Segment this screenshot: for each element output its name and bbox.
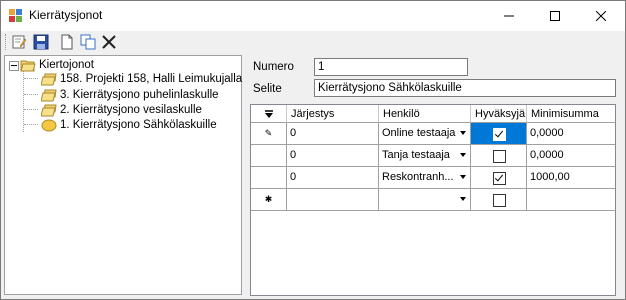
dropdown-arrow-icon[interactable] <box>460 153 466 157</box>
tree-item-label: 1. Kierrätysjono Sähkölaskuille <box>60 119 217 131</box>
cell-minimisumma[interactable]: 0,0000 <box>527 123 615 145</box>
tree-connector <box>24 94 38 95</box>
dropdown-arrow-icon[interactable] <box>460 197 466 201</box>
title-bar: Kierrätysjonot <box>1 1 625 31</box>
cell-minimisumma[interactable] <box>527 189 615 211</box>
toolbar <box>1 31 625 53</box>
numero-label: Numero <box>253 61 294 73</box>
hyvaksyja-checkbox[interactable] <box>492 172 506 185</box>
column-header-henkilo[interactable]: Henkilö <box>379 105 471 123</box>
close-icon <box>596 11 606 21</box>
close-button[interactable] <box>578 1 624 31</box>
folder-stack-icon <box>41 73 57 85</box>
tree-connector <box>24 78 38 79</box>
edit-icon[interactable] <box>11 34 27 50</box>
cell-henkilo-value: Reskontranh... <box>382 171 454 183</box>
folder-open-icon <box>20 60 36 71</box>
dropdown-arrow-icon[interactable] <box>460 175 466 179</box>
edit-row-icon: ✎ <box>264 128 273 138</box>
cell-henkilo[interactable]: Tanja testaaja <box>379 145 471 167</box>
cell-jarjestys[interactable]: 0 <box>287 167 379 189</box>
folder-stack-icon <box>41 104 57 116</box>
tree-connector <box>24 124 38 125</box>
selite-label: Selite <box>253 83 282 95</box>
cell-hyvaksyja[interactable] <box>471 145 527 167</box>
approvers-grid[interactable]: Järjestys Henkilö Hyväksyjä Minimisumma … <box>250 104 616 296</box>
folder-stack-icon <box>41 89 57 101</box>
cell-minimisumma[interactable]: 0,0000 <box>527 145 615 167</box>
window-title: Kierrätysjonot <box>29 8 103 22</box>
row-header[interactable] <box>251 167 287 189</box>
grid-corner[interactable] <box>251 105 287 123</box>
tree-view[interactable]: Kiertojonot 158. Projekti 158, Halli Lei… <box>4 55 242 295</box>
sort-filter-icon <box>264 109 273 118</box>
minimize-icon <box>504 15 514 17</box>
tree-item-label: 2. Kierrätysjono vesilaskulle <box>60 104 202 116</box>
dropdown-arrow-icon[interactable] <box>460 131 466 135</box>
selite-field[interactable]: Kierrätysjono Sähkölaskuille <box>314 79 616 97</box>
delete-icon[interactable] <box>101 34 117 50</box>
cell-hyvaksyja[interactable] <box>471 189 527 211</box>
column-header-hyvaksyja[interactable]: Hyväksyjä <box>471 105 527 123</box>
queue-circle-icon <box>41 119 57 131</box>
cell-jarjestys[interactable] <box>287 189 379 211</box>
column-header-minimisumma[interactable]: Minimisumma <box>527 105 615 123</box>
hyvaksyja-checkbox[interactable] <box>492 128 506 141</box>
cell-henkilo-value: Tanja testaaja <box>382 149 450 161</box>
tree-item[interactable]: 158. Projekti 158, Halli Leimukujalla <box>41 71 242 87</box>
row-header[interactable] <box>251 145 287 167</box>
cell-minimisumma[interactable]: 1000,00 <box>527 167 615 189</box>
column-header-jarjestys[interactable]: Järjestys <box>287 105 379 123</box>
row-header[interactable]: ✱ <box>251 189 287 211</box>
cell-jarjestys[interactable]: 0 <box>287 123 379 145</box>
tree-connector <box>24 109 38 110</box>
tree-item-label: 158. Projekti 158, Halli Leimukujalla <box>60 73 243 85</box>
numero-field[interactable]: 1 <box>314 58 468 76</box>
app-window: Kierrätysjonot Kiertojonot 158. Projekti… <box>0 0 626 300</box>
collapse-toggle-icon[interactable] <box>9 61 19 71</box>
app-icon <box>9 9 22 22</box>
cell-henkilo[interactable] <box>379 189 471 211</box>
tree-item-selected[interactable]: 1. Kierrätysjono Sähkölaskuille <box>41 117 217 133</box>
cell-henkilo-value: Online testaaja <box>382 127 456 139</box>
row-header[interactable]: ✎ <box>251 123 287 145</box>
toolbar-grip <box>5 34 9 50</box>
tree-item[interactable]: 3. Kierrätysjono puhelinlaskulle <box>41 87 219 103</box>
tree-item[interactable]: 2. Kierrätysjono vesilaskulle <box>41 102 202 118</box>
cell-henkilo[interactable]: Online testaaja <box>379 123 471 145</box>
maximize-button[interactable] <box>532 1 578 31</box>
hyvaksyja-checkbox[interactable] <box>492 150 506 163</box>
hyvaksyja-checkbox[interactable] <box>492 194 506 207</box>
cell-henkilo[interactable]: Reskontranh... <box>379 167 471 189</box>
cell-jarjestys[interactable]: 0 <box>287 145 379 167</box>
tree-item-label: 3. Kierrätysjono puhelinlaskulle <box>60 89 219 101</box>
cell-hyvaksyja[interactable] <box>471 123 527 145</box>
minimize-button[interactable] <box>486 1 532 31</box>
copy-icon[interactable] <box>80 34 96 50</box>
tree-connector <box>23 70 24 132</box>
new-document-icon[interactable] <box>59 34 75 50</box>
new-row-icon: ✱ <box>264 194 273 204</box>
maximize-icon <box>550 11 560 21</box>
tree-root-label: Kiertojonot <box>39 59 94 71</box>
cell-hyvaksyja[interactable] <box>471 167 527 189</box>
save-icon[interactable] <box>33 34 49 50</box>
